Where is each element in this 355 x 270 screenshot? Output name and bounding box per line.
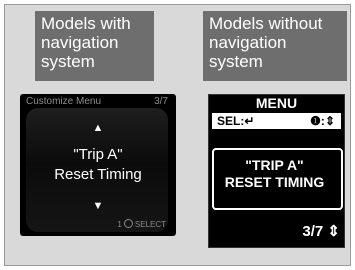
caption-without-navigation: Models without navigation system xyxy=(203,11,347,81)
menu-item-setting: Reset Timing xyxy=(54,166,142,183)
up-down-icon: ⇕ xyxy=(324,114,335,128)
info-button-icon: ❶: xyxy=(310,114,325,128)
navigation-display: Customize Menu 3/7 ▲ "Trip A" Reset Timi… xyxy=(20,94,176,236)
select-knob-icon xyxy=(123,219,133,228)
info-hint: ❶:⇕ xyxy=(310,113,335,129)
mid-page-indicator: 3/7 ⇕ xyxy=(302,223,340,241)
nav-menu-title: Customize Menu xyxy=(26,96,102,107)
nav-page-indicator: 3/7 xyxy=(154,96,168,107)
scroll-up-icon[interactable]: ▲ xyxy=(20,123,176,134)
select-hint: 1 SELECT xyxy=(117,219,166,230)
caption-with-navigation: Models with navigation system xyxy=(35,11,154,81)
mid-menu-item-setting: RESET TIMING xyxy=(224,174,325,190)
select-hint-label: SELECT xyxy=(134,220,166,229)
page-scroll-icon: ⇕ xyxy=(327,223,340,240)
multi-info-display: MENU SEL:↵ ❶:⇕ "TRIP A" RESET TIMING 3/7… xyxy=(208,94,345,248)
nav-display-header: Customize Menu 3/7 xyxy=(26,96,168,108)
select-hint: SEL:↵ xyxy=(217,113,254,129)
sel-label: SEL: xyxy=(217,114,245,128)
mid-menu-title: MENU xyxy=(255,95,298,111)
menu-item-title: "Trip A" xyxy=(73,146,123,163)
scroll-down-icon[interactable]: ▼ xyxy=(20,201,176,212)
mid-select-bar: SEL:↵ ❶:⇕ xyxy=(212,113,341,129)
enter-icon: ↵ xyxy=(244,114,255,128)
select-hint-prefix: 1 xyxy=(117,220,122,229)
mid-menu-item-title: "TRIP A" xyxy=(245,157,304,173)
mid-page-number: 3/7 xyxy=(302,223,324,240)
